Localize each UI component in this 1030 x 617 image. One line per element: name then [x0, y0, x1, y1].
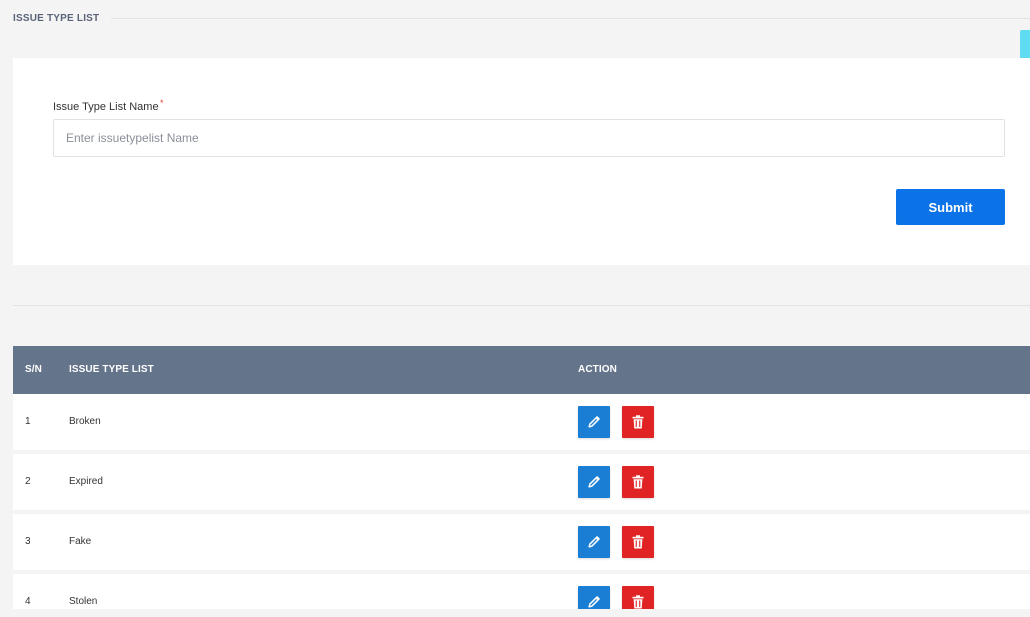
row-issue-type: Fake — [69, 536, 92, 547]
section-title: ISSUE TYPE LIST — [13, 12, 100, 24]
content-divider — [13, 305, 1030, 306]
issue-type-name-label: Issue Type List Name — [53, 101, 159, 113]
trash-icon — [632, 595, 644, 609]
delete-button[interactable] — [622, 586, 654, 609]
column-header-issue-type: ISSUE TYPE LIST — [69, 364, 154, 375]
pencil-icon — [588, 476, 600, 488]
edit-button[interactable] — [578, 526, 610, 558]
column-header-action: ACTION — [578, 364, 617, 375]
table-header: S/N ISSUE TYPE LIST ACTION — [13, 346, 1030, 394]
edit-button[interactable] — [578, 466, 610, 498]
row-actions — [578, 526, 654, 558]
row-issue-type: Expired — [69, 476, 103, 487]
table-row: 2 Expired — [13, 454, 1030, 510]
trash-icon — [632, 535, 644, 549]
row-sn: 2 — [25, 476, 31, 487]
issue-type-name-input[interactable] — [53, 119, 1005, 157]
required-marker: * — [160, 98, 164, 108]
issue-type-form: Issue Type List Name * Submit — [13, 58, 1030, 265]
section-header: ISSUE TYPE LIST — [13, 11, 1030, 25]
issue-type-table: S/N ISSUE TYPE LIST ACTION 1 Broken 2 Ex… — [13, 346, 1030, 609]
column-header-sn: S/N — [25, 364, 42, 375]
pencil-icon — [588, 416, 600, 428]
delete-button[interactable] — [622, 526, 654, 558]
row-sn: 4 — [25, 596, 31, 607]
pencil-icon — [588, 596, 600, 608]
edit-button[interactable] — [578, 406, 610, 438]
row-issue-type: Broken — [69, 416, 101, 427]
row-issue-type: Stolen — [69, 596, 98, 607]
page: ISSUE TYPE LIST Issue Type List Name * S… — [0, 0, 1030, 617]
row-actions — [578, 466, 654, 498]
delete-button[interactable] — [622, 466, 654, 498]
row-sn: 1 — [25, 416, 31, 427]
table-row: 1 Broken — [13, 394, 1030, 450]
edit-button[interactable] — [578, 586, 610, 609]
trash-icon — [632, 415, 644, 429]
pencil-icon — [588, 536, 600, 548]
row-actions — [578, 406, 654, 438]
table-row: 3 Fake — [13, 514, 1030, 570]
row-sn: 3 — [25, 536, 31, 547]
table-row: 4 Stolen — [13, 574, 1030, 609]
row-actions — [578, 586, 654, 609]
trash-icon — [632, 475, 644, 489]
delete-button[interactable] — [622, 406, 654, 438]
submit-button[interactable]: Submit — [896, 189, 1005, 225]
section-divider — [111, 17, 1030, 19]
